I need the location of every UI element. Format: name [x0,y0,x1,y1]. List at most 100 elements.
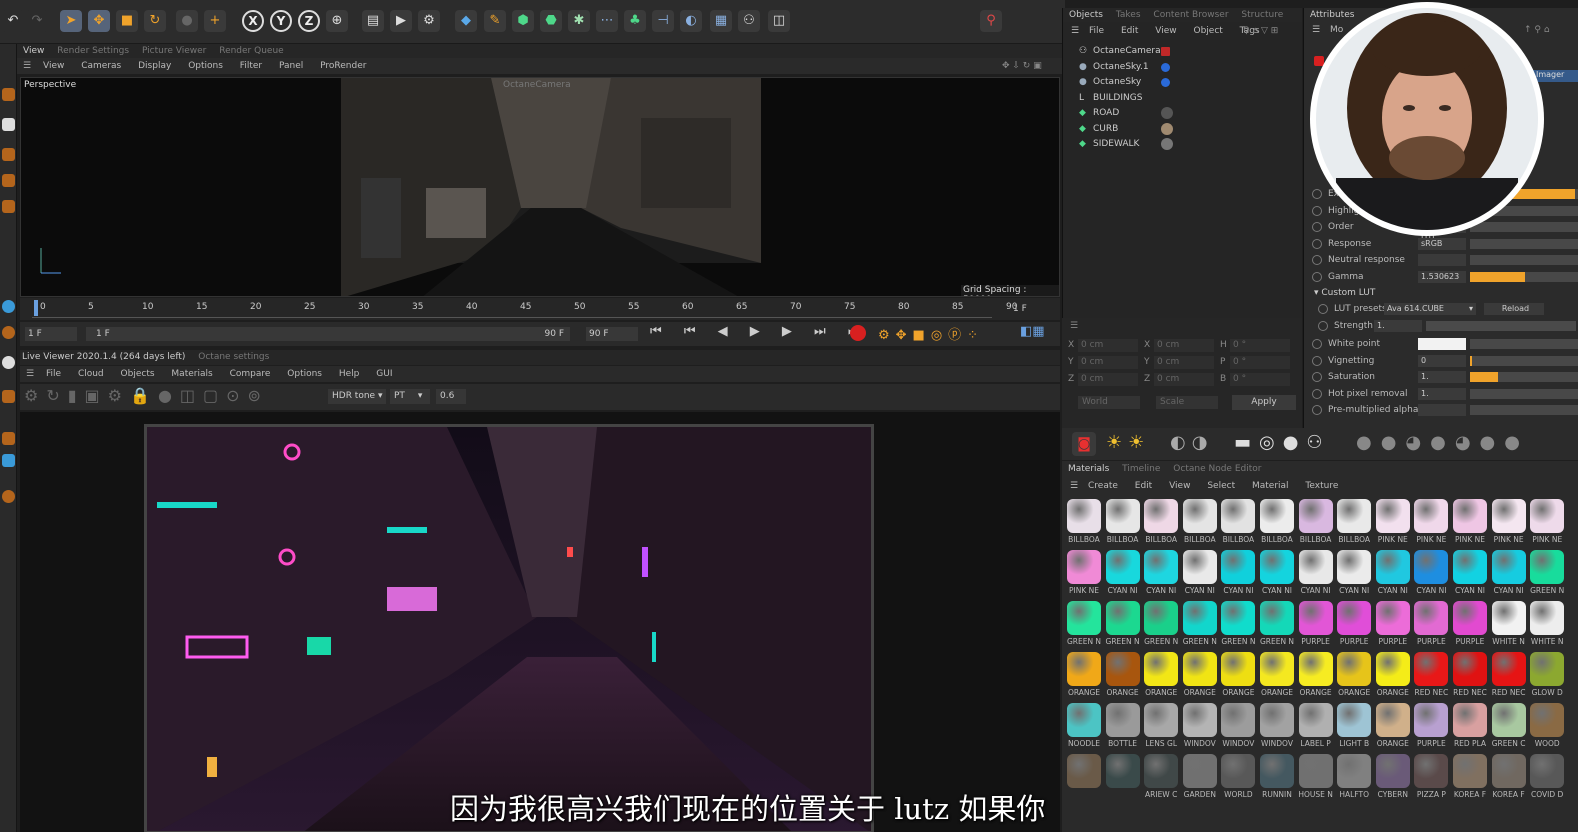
material-swatch[interactable]: ORANGE [1105,652,1141,700]
mat-menu-create[interactable]: Create [1088,481,1118,491]
lv-menu-options[interactable]: Options [287,369,322,379]
material-swatch[interactable]: CYAN NI [1220,550,1256,598]
camera-icon[interactable]: ⚇ [738,10,760,32]
strength-field[interactable]: 1. [1374,319,1422,332]
attribute-value-field[interactable] [1418,254,1466,266]
material-swatch[interactable]: CYAN NI [1336,550,1372,598]
y-axis-lock-icon[interactable]: Y [270,10,292,32]
brush-icon[interactable] [2,432,15,445]
apply-button[interactable]: Apply [1232,395,1296,410]
menu-options[interactable]: Options [188,61,223,71]
coord-value-field[interactable]: 0 cm [1078,339,1138,352]
key-tools-icons[interactable]: ⚙✥■◎ⓟ⁘ [878,324,984,343]
material-swatch[interactable]: CYAN NI [1491,550,1527,598]
material-swatch[interactable]: ORANGE [1220,652,1256,700]
material-swatch[interactable]: PURPLE [1298,601,1334,649]
tab-octane-node-editor[interactable]: Octane Node Editor [1173,464,1261,474]
attribute-slider[interactable] [1470,255,1578,265]
attribute-value-field[interactable] [1418,338,1466,350]
material-swatch[interactable]: HOUSE N [1298,754,1334,802]
range-bar[interactable]: 1 F 90 F [86,327,570,341]
material-swatch[interactable]: PINK NE [1529,499,1565,547]
material-swatch[interactable]: GREEN N [1105,601,1141,649]
exposure-field[interactable]: 0.6 [436,389,466,404]
material-swatch[interactable]: LENS GL [1143,703,1179,751]
object-row[interactable]: ◆ SIDEWALK [1063,137,1302,153]
material-swatch[interactable]: WHITE N [1529,601,1565,649]
material-swatch[interactable]: WOOD [1529,703,1565,751]
move-tool-icon[interactable]: ✥ [88,10,110,32]
strength-slider[interactable] [1426,320,1576,331]
attribute-value-field[interactable]: sRGB [1418,237,1466,250]
mat-menu-texture[interactable]: Texture [1305,481,1338,491]
material-swatch[interactable]: CYBERN [1375,754,1411,802]
material-swatch[interactable]: BILLBOA [1336,499,1372,547]
checker-icon[interactable] [2,118,15,131]
material-swatch[interactable]: BILLBOA [1066,499,1102,547]
material-swatch[interactable]: PINK NE [1375,499,1411,547]
lut-presets-select[interactable]: Ava 614.CUBE ▾ [1384,303,1476,315]
kernel-select[interactable]: PT ▾ [390,389,430,404]
pen-icon[interactable]: ✎ [484,10,506,32]
mat-menu-view[interactable]: View [1169,481,1190,491]
material-swatch[interactable]: CYAN NI [1143,550,1179,598]
magnet-icon[interactable] [2,390,15,403]
subdivision-icon[interactable]: ⬢ [512,10,534,32]
rotate-tool-icon[interactable]: ↻ [144,10,166,32]
lv-menu-objects[interactable]: Objects [121,369,155,379]
coordinate-system-icon[interactable]: ⊕ [326,10,348,32]
field-icon[interactable]: ⋯ [596,10,618,32]
hamburger-icon[interactable]: ☰ [26,366,34,382]
make-editable-icon[interactable] [2,88,15,101]
object-row[interactable]: L BUILDINGS [1063,91,1302,107]
material-type-icons[interactable]: ●●◕●◕●● [1356,432,1529,453]
recent-tool-icon[interactable]: ● [176,10,198,32]
viewport-nav-icons[interactable]: ✥ ⇩ ↻ ▣ [1002,58,1042,74]
light-icon[interactable]: ◫ [768,10,790,32]
material-swatch[interactable]: ORANGE [1259,652,1295,700]
workplane-icon[interactable] [2,356,15,369]
material-swatch[interactable]: HALFTO [1336,754,1372,802]
material-swatch[interactable]: ARIEW C [1143,754,1179,802]
material-swatch[interactable]: LABEL P [1298,703,1334,751]
material-swatch[interactable]: WINDOV [1182,703,1218,751]
coord-value-field[interactable]: 0 cm [1154,373,1214,386]
material-swatch[interactable]: GLOW D [1529,652,1565,700]
material-swatch[interactable]: GREEN N [1220,601,1256,649]
material-swatch[interactable]: WHITE N [1491,601,1527,649]
material-swatch[interactable]: KOREA F [1452,754,1488,802]
scene-icon[interactable]: ⊣ [652,10,674,32]
z-axis-lock-icon[interactable]: Z [298,10,320,32]
render-picture-viewer-icon[interactable]: ▶ [390,10,412,32]
obj-menu-view[interactable]: View [1155,26,1176,36]
add-tool-icon[interactable]: + [204,10,226,32]
magnify-icon[interactable]: ⚲ [980,10,1002,32]
menu-display[interactable]: Display [138,61,171,71]
coord-value-field[interactable]: 0 cm [1154,356,1214,369]
material-swatch[interactable]: RUNNIN [1259,754,1295,802]
animate-dot-icon[interactable] [1312,255,1322,265]
playback-controls[interactable]: ⏮ ⏮ ◀ ▶ ▶ ⏭ ⏭ [650,324,869,339]
lv-menu-file[interactable]: File [46,369,61,379]
animate-dot-icon[interactable] [1312,372,1322,382]
material-swatch[interactable]: GREEN N [1259,601,1295,649]
material-swatch[interactable]: WORLD [1220,754,1256,802]
material-swatch[interactable]: CYAN NI [1375,550,1411,598]
material-swatch[interactable]: PURPLE [1452,601,1488,649]
camera-tool-icon[interactable]: ◐ [680,10,702,32]
animate-dot-icon[interactable] [1318,320,1328,331]
lv-menu-help[interactable]: Help [339,369,360,379]
material-swatch[interactable]: BILLBOA [1220,499,1256,547]
attribute-slider[interactable] [1470,238,1578,249]
attribute-slider[interactable] [1470,405,1578,415]
grid-icon[interactable] [2,454,15,467]
material-swatch[interactable]: PURPLE [1413,601,1449,649]
world-select[interactable]: World [1078,396,1140,409]
x-axis-lock-icon[interactable]: X [242,10,264,32]
redo-icon[interactable]: ↷ [26,10,48,32]
attribute-value-field[interactable]: 1. [1418,371,1466,383]
material-swatch[interactable]: WINDOV [1220,703,1256,751]
material-swatch[interactable]: PURPLE [1336,601,1372,649]
animate-dot-icon[interactable] [1312,405,1322,415]
attribute-value-field[interactable]: 1. [1418,387,1466,400]
